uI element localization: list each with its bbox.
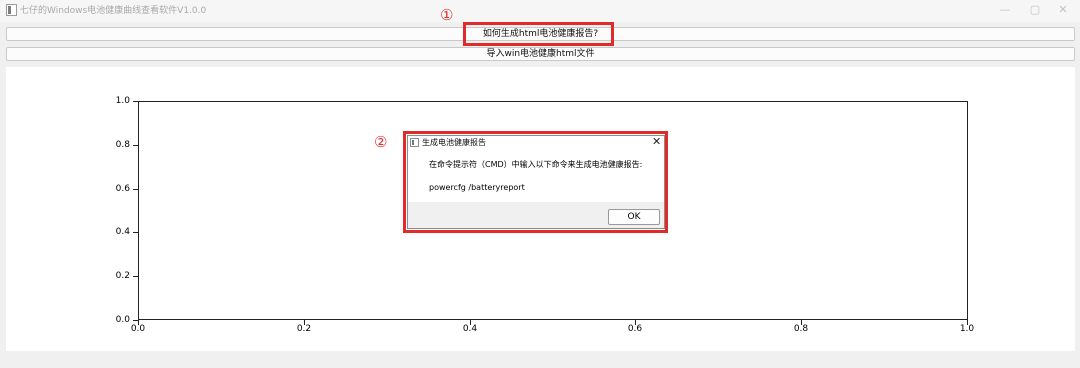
x-tick-label: 0.0	[130, 324, 146, 334]
y-tick-mark	[133, 101, 138, 102]
x-tick-label: 0.6	[627, 324, 643, 334]
annotation-box-1	[463, 22, 614, 46]
window-title: 七仔的Windows电池健康曲线查看软件V1.0.0	[20, 6, 207, 16]
y-tick-label: 0.2	[115, 271, 130, 281]
app-icon	[6, 4, 17, 16]
annotation-box-2	[403, 131, 668, 233]
x-tick-label: 0.2	[296, 324, 312, 334]
x-tick-label: 0.4	[462, 324, 478, 334]
y-tick-label: 0.8	[115, 140, 130, 150]
y-tick-mark	[133, 145, 138, 146]
y-tick-label: 1.0	[115, 96, 130, 106]
minimize-button[interactable]: —	[990, 0, 1020, 20]
annotation-label-1: ①	[440, 6, 454, 24]
y-tick-mark	[133, 276, 138, 277]
import-html-button[interactable]: 导入win电池健康html文件	[6, 47, 1075, 61]
y-tick-mark	[133, 232, 138, 233]
annotation-label-2: ②	[374, 133, 388, 151]
close-window-button[interactable]: ✕	[1048, 0, 1078, 20]
y-tick-label: 0.6	[115, 184, 130, 194]
x-tick-label: 0.8	[793, 324, 809, 334]
y-tick-label: 0.4	[115, 227, 130, 237]
maximize-button[interactable]: ▢	[1020, 0, 1050, 20]
x-tick-label: 1.0	[959, 324, 975, 334]
title-bar: 七仔的Windows电池健康曲线查看软件V1.0.0 — ▢ ✕	[0, 0, 1080, 22]
y-tick-mark	[133, 189, 138, 190]
